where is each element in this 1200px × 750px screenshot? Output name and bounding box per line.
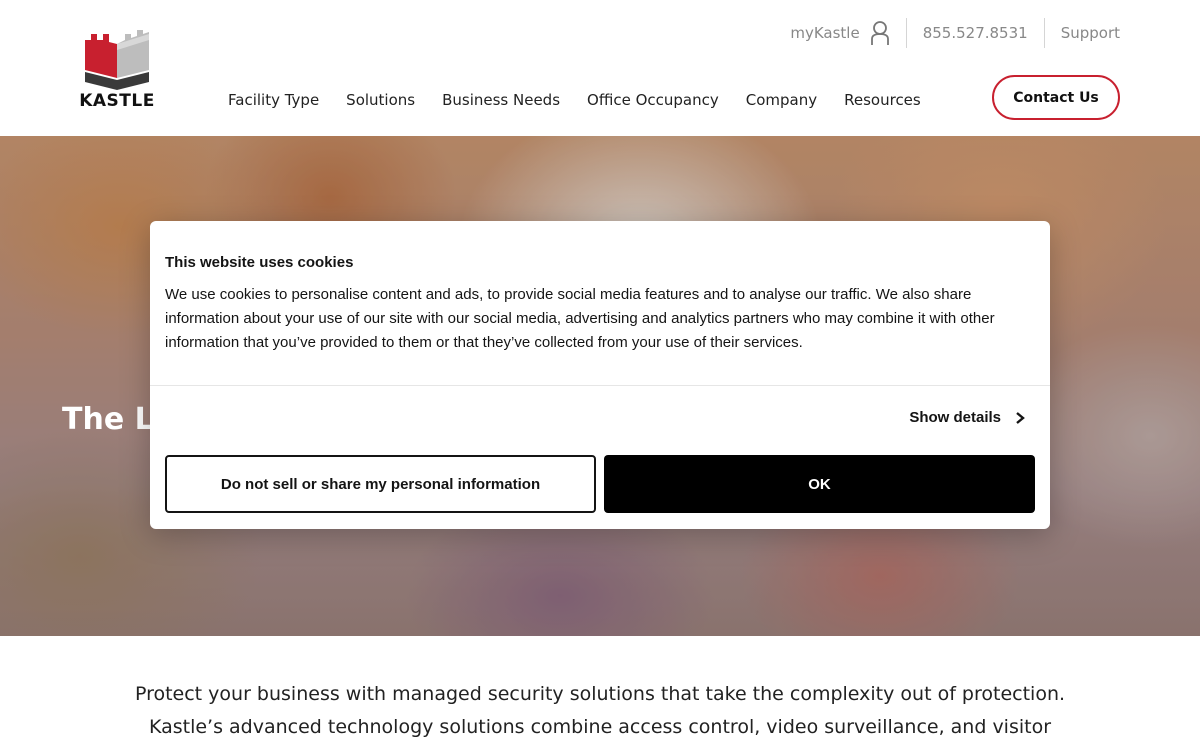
contact-us-button[interactable]: Contact Us bbox=[992, 75, 1120, 120]
show-details-link[interactable]: Show details bbox=[909, 409, 1025, 426]
cookie-title: This website uses cookies bbox=[165, 254, 354, 271]
cookie-consent-dialog: This website uses cookies We use cookies… bbox=[150, 221, 1050, 529]
kastle-logo[interactable]: KASTLE bbox=[79, 30, 155, 111]
nav-company[interactable]: Company bbox=[746, 88, 817, 112]
intro-line-2: Kastle’s advanced technology solutions c… bbox=[148, 716, 1052, 738]
ok-button[interactable]: OK bbox=[604, 455, 1035, 513]
utility-nav: myKastle 855.527.8531 Support bbox=[790, 18, 1120, 48]
mykastle-link[interactable]: myKastle bbox=[790, 18, 905, 48]
phone-link[interactable]: 855.527.8531 bbox=[907, 18, 1044, 48]
nav-resources[interactable]: Resources bbox=[844, 88, 921, 112]
chevron-right-icon bbox=[1016, 411, 1025, 424]
brand-name: KASTLE bbox=[79, 91, 155, 111]
cookie-description: We use cookies to personalise content an… bbox=[165, 286, 995, 351]
nav-business-needs[interactable]: Business Needs bbox=[442, 88, 560, 112]
castle-icon bbox=[85, 30, 149, 90]
main-nav: Facility Type Solutions Business Needs O… bbox=[228, 88, 948, 112]
intro-text: Protect your business with managed secur… bbox=[0, 678, 1200, 744]
mykastle-label: myKastle bbox=[790, 24, 860, 42]
show-details-label: Show details bbox=[909, 409, 1001, 426]
support-link[interactable]: Support bbox=[1045, 18, 1120, 48]
nav-facility-type[interactable]: Facility Type bbox=[228, 88, 319, 112]
cookie-divider bbox=[150, 385, 1050, 386]
user-icon bbox=[870, 21, 889, 45]
nav-office-occupancy[interactable]: Office Occupancy bbox=[587, 88, 719, 112]
do-not-sell-button[interactable]: Do not sell or share my personal informa… bbox=[165, 455, 596, 513]
site-header: KASTLE myKastle 855.527.8531 Support Fac… bbox=[0, 0, 1200, 136]
nav-solutions[interactable]: Solutions bbox=[346, 88, 415, 112]
intro-line-1: Protect your business with managed secur… bbox=[134, 683, 1066, 705]
